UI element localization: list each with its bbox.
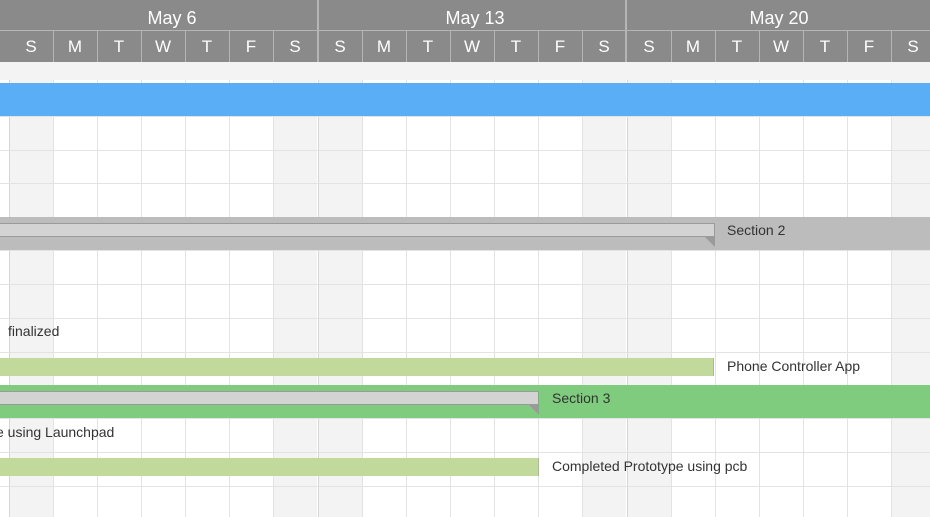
grid-vertical-line	[141, 62, 142, 517]
task-finalized-label: finalized	[8, 323, 60, 339]
week-label-may-13: May 13	[445, 8, 505, 28]
day-header-cell: T	[201, 37, 213, 56]
day-separator	[53, 31, 54, 62]
day-separator	[759, 31, 760, 62]
grid-vertical-line	[494, 62, 495, 517]
section-2-label: Section 2	[727, 222, 786, 238]
day-header-cell: F	[554, 37, 566, 56]
grid-vertical-line	[538, 62, 539, 517]
day-header-cell: F	[863, 37, 875, 56]
task-pcb-bar[interactable]	[0, 458, 539, 476]
day-separator	[803, 31, 804, 62]
day-header-cell: M	[685, 37, 701, 56]
grid-vertical-line	[273, 62, 274, 517]
week-label-may-6: May 6	[147, 8, 197, 28]
weekend-column	[318, 62, 362, 517]
gantt-grid: Section 2 finalized Phone Controller App…	[0, 62, 930, 517]
grid-vertical-line	[450, 62, 451, 517]
day-header-cell: S	[643, 37, 655, 56]
task-pcb-label: Completed Prototype using pcb	[552, 458, 748, 474]
day-header-cell: S	[289, 37, 301, 56]
grid-horizontal-line	[0, 183, 930, 184]
day-header-cell: W	[463, 37, 481, 56]
grid-vertical-line	[627, 62, 628, 517]
grid-vertical-line	[582, 62, 583, 517]
day-separator	[362, 31, 363, 62]
section-3-label: Section 3	[552, 390, 611, 406]
day-separator	[229, 31, 230, 62]
day-separator	[582, 31, 583, 62]
day-separator	[273, 31, 274, 62]
day-separator	[847, 31, 848, 62]
grid-horizontal-line	[0, 250, 930, 251]
task-phone-controller-label: Phone Controller App	[727, 358, 861, 374]
day-separator	[406, 31, 407, 62]
grid-horizontal-line	[0, 116, 930, 117]
day-header-cell: M	[376, 37, 392, 56]
section-2-summary-bar[interactable]	[0, 223, 715, 237]
day-separator	[494, 31, 495, 62]
grid-vertical-line	[318, 62, 319, 517]
grid-horizontal-line	[0, 150, 930, 151]
grid-vertical-line	[671, 62, 672, 517]
week-label-may-20: May 20	[749, 8, 809, 28]
weekend-column	[273, 62, 317, 517]
day-separator	[97, 31, 98, 62]
day-header-cell: S	[334, 37, 346, 56]
day-header-cell: M	[67, 37, 83, 56]
grid-horizontal-line	[0, 318, 930, 319]
day-header-cell: T	[113, 37, 125, 56]
day-header-cell: T	[510, 37, 522, 56]
weekend-column	[891, 62, 930, 517]
grid-vertical-line	[97, 62, 98, 517]
grid-vertical-line	[803, 62, 804, 517]
day-separator	[891, 31, 892, 62]
grid-vertical-line	[229, 62, 230, 517]
section-3-summary-bar[interactable]	[0, 391, 539, 405]
grid-vertical-line	[759, 62, 760, 517]
grid-vertical-line	[891, 62, 892, 517]
day-header-cell: F	[245, 37, 257, 56]
day-separator	[141, 31, 142, 62]
grid-vertical-line	[53, 62, 54, 517]
grid-vertical-line	[362, 62, 363, 517]
task-launchpad-label: e using Launchpad	[0, 424, 115, 440]
grid-vertical-line	[185, 62, 186, 517]
section-1-bar[interactable]	[0, 83, 930, 116]
grid-horizontal-line	[0, 452, 930, 453]
timeline-header: May 6 May 13 May 20 S M T W T F S S M T W T F S S M T W T F…	[0, 0, 930, 62]
grid-vertical-line	[9, 62, 10, 517]
grid-vertical-line	[715, 62, 716, 517]
day-header-cell: S	[598, 37, 610, 56]
weekend-column	[9, 62, 53, 517]
day-header-cell: S	[907, 37, 919, 56]
day-header-cell: T	[819, 37, 831, 56]
day-separator	[450, 31, 451, 62]
day-header-cell: T	[422, 37, 434, 56]
day-separator	[538, 31, 539, 62]
grid-horizontal-line	[0, 486, 930, 487]
grid-horizontal-line	[0, 352, 930, 353]
day-header-cell: S	[25, 37, 37, 56]
day-header-cell: T	[731, 37, 743, 56]
day-header-cell: W	[154, 37, 172, 56]
grid-vertical-line	[406, 62, 407, 517]
day-separator	[715, 31, 716, 62]
weekend-column	[627, 62, 671, 517]
day-separator	[671, 31, 672, 62]
grid-vertical-line	[847, 62, 848, 517]
weekend-column	[582, 62, 626, 517]
day-header-cell: W	[772, 37, 790, 56]
grid-horizontal-line	[0, 284, 930, 285]
day-separator	[185, 31, 186, 62]
top-spacer-row	[0, 62, 930, 80]
section-2-summary-tip	[705, 237, 715, 247]
grid-horizontal-line	[0, 418, 930, 419]
task-phone-controller-bar[interactable]	[0, 358, 714, 376]
section-3-summary-tip	[529, 405, 539, 415]
